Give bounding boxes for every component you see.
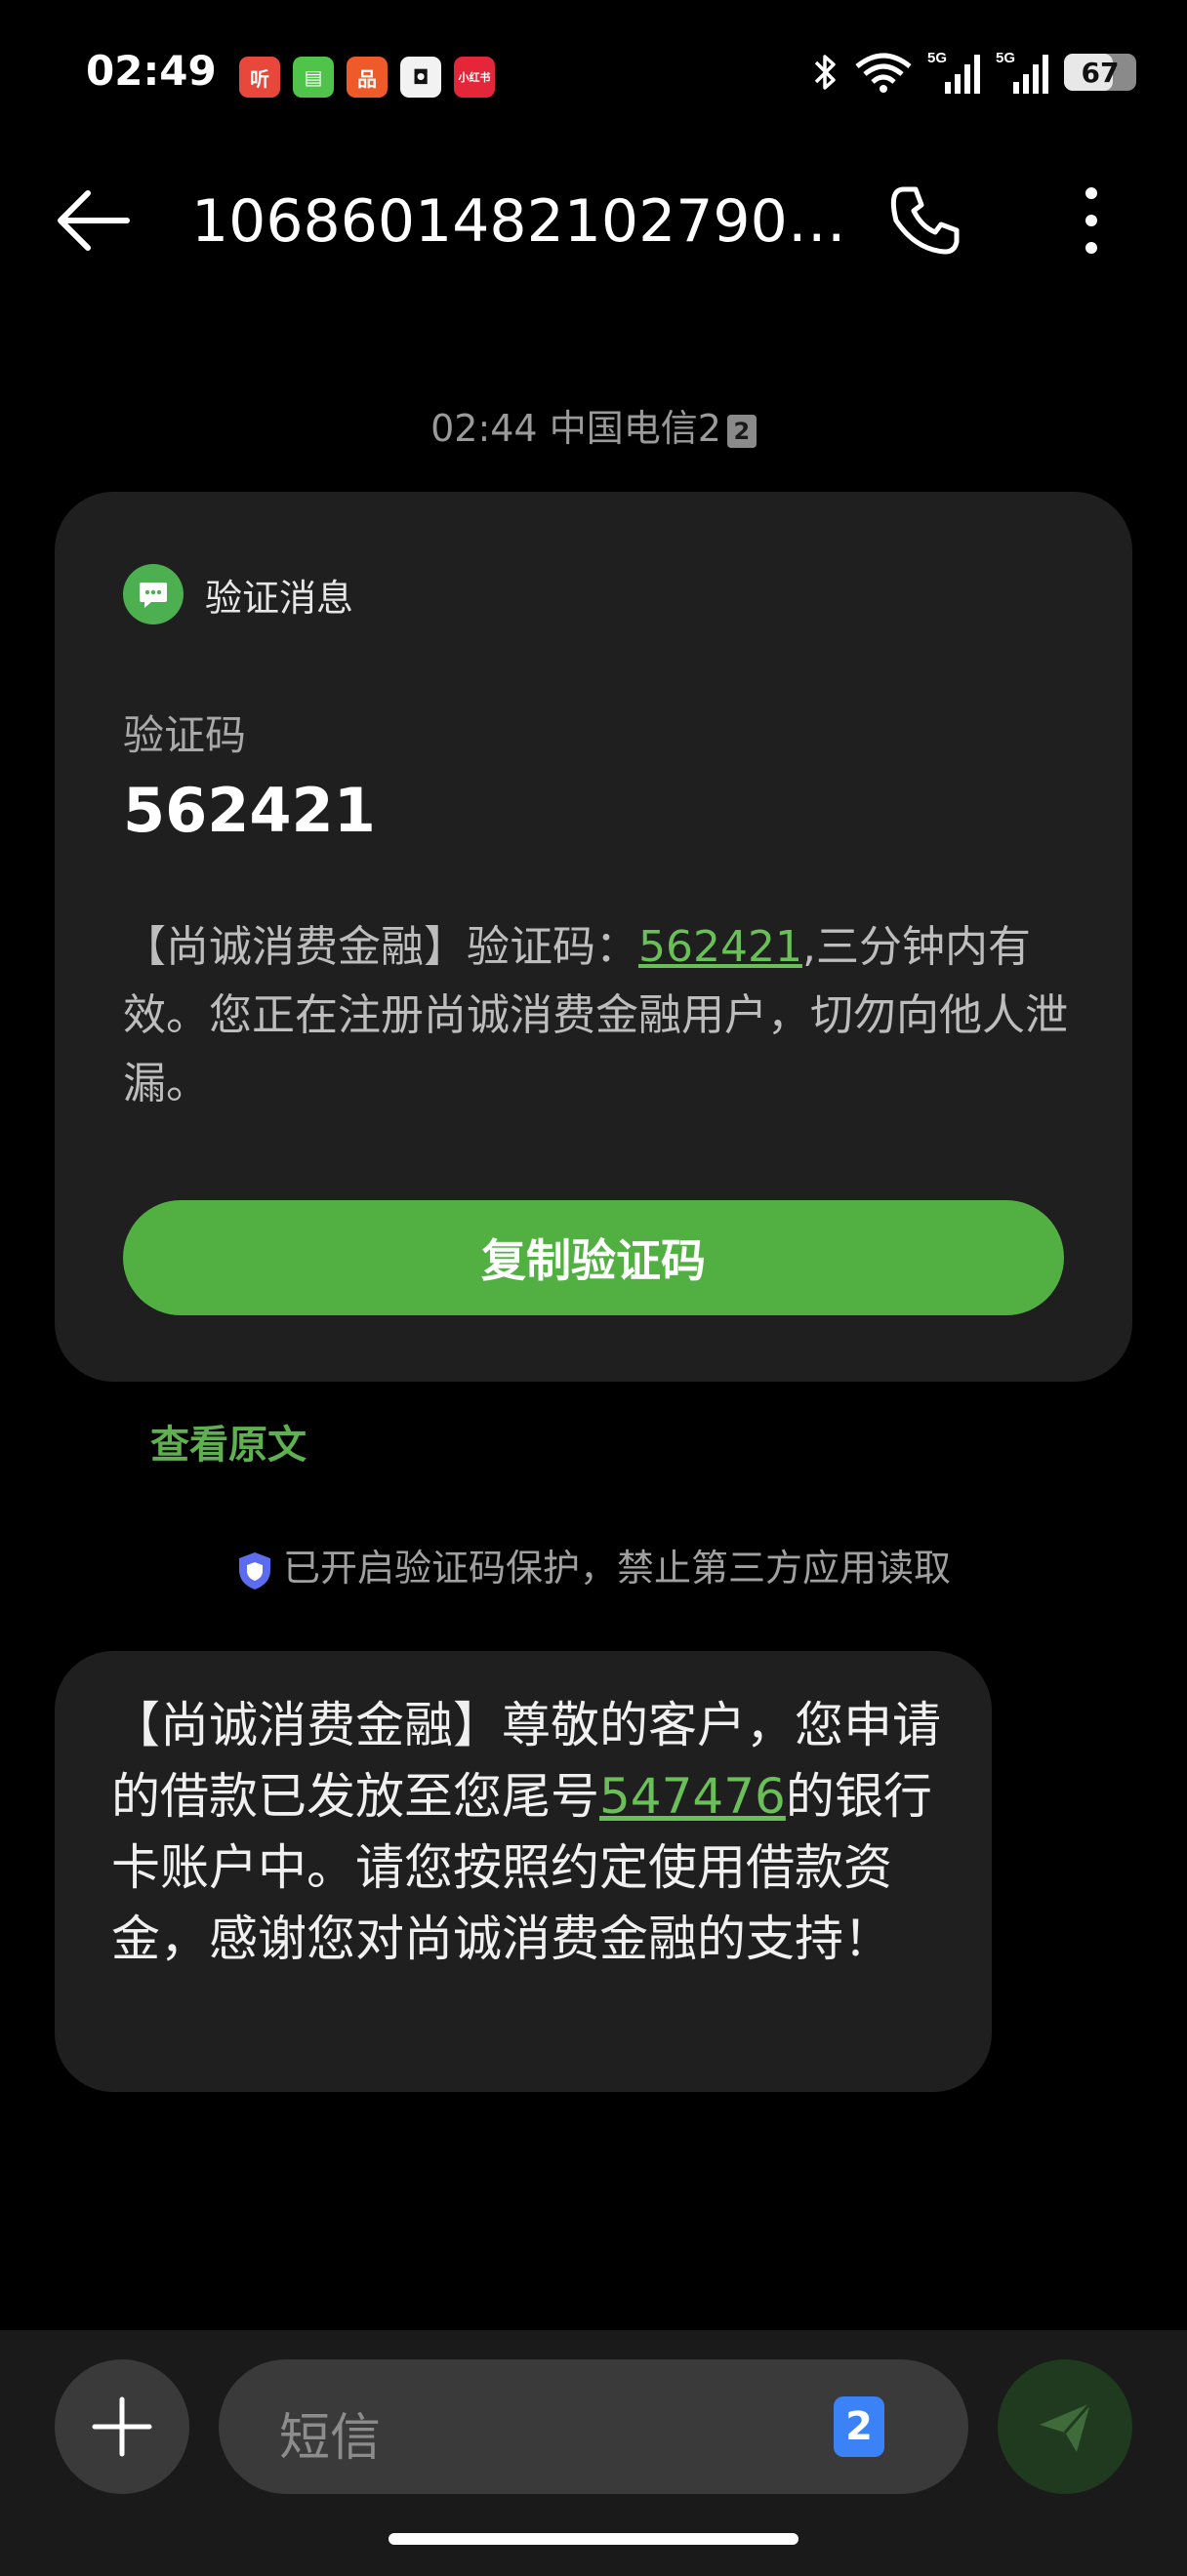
signal-5g-sim1-icon: 5G xyxy=(927,50,980,94)
plus-icon xyxy=(92,2396,152,2457)
shop-app-icon: 小红书 xyxy=(454,57,495,98)
carrier-name: 中国电信2 xyxy=(549,407,721,450)
message-input-placeholder: 短信 xyxy=(279,2409,382,2468)
body-prefix: 【尚诚消费金融】验证码： xyxy=(123,922,638,972)
status-time: 02:49 xyxy=(86,47,217,95)
more-options-icon[interactable] xyxy=(1064,181,1119,260)
notification-icons: 听 ▤ 品 ◘ 小红书 xyxy=(239,57,495,98)
battery-icon: 67 xyxy=(1064,54,1136,91)
bluetooth-icon xyxy=(814,55,836,90)
send-icon xyxy=(1040,2402,1092,2452)
status-indicators: 5G 5G 67 xyxy=(812,49,1136,96)
listen-app-icon: 听 xyxy=(239,57,280,98)
message-timestamp: 02:44 中国电信2 2 xyxy=(0,398,1187,452)
message-time: 02:44 xyxy=(430,407,538,450)
chat-app-icon: ▤ xyxy=(293,57,334,98)
verification-card[interactable]: 验证消息 验证码 562421 【尚诚消费金融】验证码：562421,三分钟内有… xyxy=(55,492,1132,1382)
account-number-link[interactable]: 547476 xyxy=(599,1768,786,1825)
copy-code-button[interactable]: 复制验证码 xyxy=(123,1200,1064,1315)
grid-app-icon: 品 xyxy=(347,57,388,98)
wifi-icon xyxy=(855,53,912,93)
svg-text:5G: 5G xyxy=(996,50,1015,66)
verification-card-title: 验证消息 xyxy=(205,576,354,620)
battery-percentage: 67 xyxy=(1081,56,1120,89)
code-label: 验证码 xyxy=(123,711,247,759)
home-indicator[interactable] xyxy=(389,2533,798,2545)
svg-text:5G: 5G xyxy=(927,50,947,66)
code-link[interactable]: 562421 xyxy=(638,922,802,972)
square-app-icon: ◘ xyxy=(400,57,441,98)
signal-5g-sim2-icon: 5G xyxy=(996,50,1048,94)
phone-call-icon[interactable] xyxy=(886,181,964,260)
view-original-link[interactable]: 查看原文 xyxy=(150,1413,307,1469)
shield-icon xyxy=(238,1551,270,1590)
thread-header: 10686014821027902... xyxy=(0,166,1187,278)
sim-selector-button[interactable]: 2 xyxy=(834,2396,884,2457)
message-text: 【尚诚消费金融】尊敬的客户，您申请的借款已发放至您尾号547476的银行卡账户中… xyxy=(111,1690,951,1975)
message-bubble[interactable]: 【尚诚消费金融】尊敬的客户，您申请的借款已发放至您尾号547476的银行卡账户中… xyxy=(55,1651,992,2092)
verification-message-icon xyxy=(123,564,184,624)
sim-badge: 2 xyxy=(726,414,757,448)
status-bar: 02:49 听 ▤ 品 ◘ 小红书 5G 5G 67 xyxy=(0,0,1187,156)
back-arrow-icon[interactable] xyxy=(55,185,133,256)
add-attachment-button[interactable] xyxy=(55,2359,189,2494)
verification-card-header: 验证消息 xyxy=(123,564,353,624)
send-button[interactable] xyxy=(998,2359,1132,2494)
protection-text: 已开启验证码保护，禁止第三方应用读取 xyxy=(282,1547,951,1590)
code-protection-note: 已开启验证码保护，禁止第三方应用读取 xyxy=(0,1538,1187,1591)
sender-number: 10686014821027902... xyxy=(191,187,855,256)
verification-message-body: 【尚诚消费金融】验证码：562421,三分钟内有效。您正在注册尚诚消费金融用户，… xyxy=(123,913,1099,1118)
message-thread-screen: 02:49 听 ▤ 品 ◘ 小红书 5G 5G 67 1068601482102… xyxy=(0,0,1187,2576)
verification-code[interactable]: 562421 xyxy=(123,775,376,846)
message-input[interactable]: 短信 2 xyxy=(219,2359,968,2494)
